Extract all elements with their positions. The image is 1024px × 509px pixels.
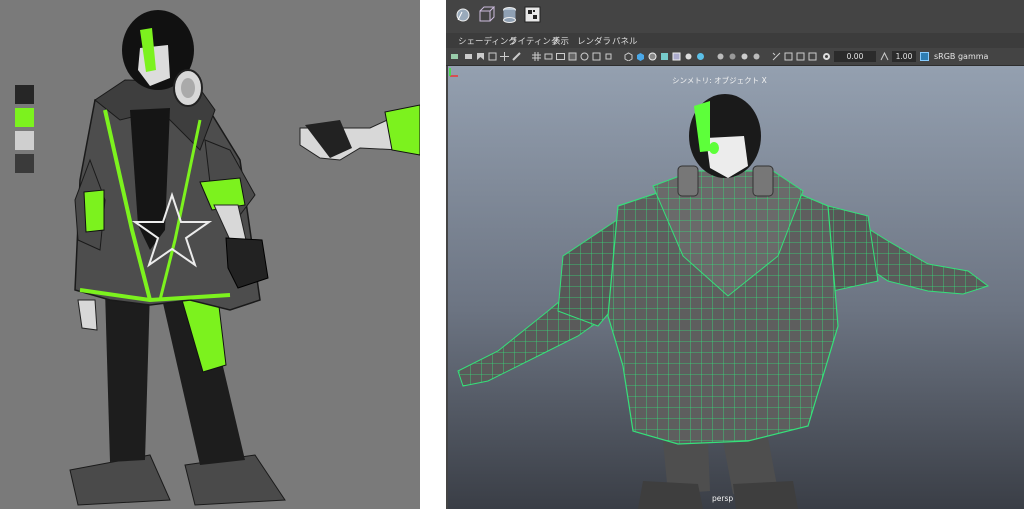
- gamma-field[interactable]: 1.00: [892, 51, 916, 62]
- exposure-field[interactable]: 0.00: [834, 51, 876, 62]
- xray-icon[interactable]: [772, 52, 781, 61]
- symmetry-hud: シンメトリ: オブジェクト X: [672, 76, 767, 85]
- character-concept-illustration: [69, 10, 420, 506]
- field-chart-icon[interactable]: [580, 52, 589, 61]
- panel-menu-bar: シェーディング ライティング 表示 レンダラ パネル: [446, 33, 1024, 48]
- image-plane-icon[interactable]: [488, 52, 497, 61]
- gamma-icon[interactable]: [880, 52, 889, 61]
- checker-icon[interactable]: [524, 6, 541, 23]
- shadows-icon[interactable]: [684, 52, 693, 61]
- motion-blur-icon[interactable]: [716, 52, 725, 61]
- menu-show[interactable]: 表示: [552, 35, 569, 47]
- resolution-gate-icon[interactable]: [556, 52, 565, 61]
- multisample-aa-icon[interactable]: [728, 52, 737, 61]
- bookmark-icon[interactable]: [476, 52, 485, 61]
- axis-gizmo-icon: [449, 68, 458, 77]
- menu-panels[interactable]: パネル: [612, 35, 638, 47]
- wire-cube-icon[interactable]: [478, 6, 495, 23]
- menu-renderer[interactable]: レンダラ: [577, 35, 611, 47]
- camera-name-label: persp: [712, 494, 734, 503]
- grease-pencil-icon[interactable]: [512, 52, 521, 61]
- character-wireframe-model: [457, 94, 990, 509]
- exposure-icon[interactable]: [822, 52, 831, 61]
- xray-joints-icon[interactable]: [784, 52, 793, 61]
- use-all-lights-icon[interactable]: [672, 52, 681, 61]
- wireframe-on-shaded-icon[interactable]: [648, 52, 657, 61]
- grid-icon[interactable]: [532, 52, 541, 61]
- screen-space-ao-icon[interactable]: [696, 52, 705, 61]
- cylinder-icon[interactable]: [501, 6, 518, 23]
- backface-icon[interactable]: [808, 52, 817, 61]
- sphere-lasso-icon[interactable]: [455, 6, 472, 23]
- isolate-select-icon[interactable]: [752, 52, 761, 61]
- shelf: [446, 0, 1024, 31]
- select-camera-icon[interactable]: [450, 52, 459, 61]
- concept-art-panel: [0, 0, 420, 509]
- safe-title-icon[interactable]: [604, 52, 613, 61]
- wireframe-icon[interactable]: [624, 52, 633, 61]
- gate-mask-icon[interactable]: [568, 52, 577, 61]
- color-management-icon[interactable]: [920, 52, 929, 61]
- safe-action-icon[interactable]: [592, 52, 601, 61]
- textured-icon[interactable]: [660, 52, 669, 61]
- maya-window: シェーディング ライティング 表示 レンダラ パネル 0.00 1.00 sRG…: [446, 0, 1024, 509]
- depth-of-field-icon[interactable]: [740, 52, 749, 61]
- colorspace-label[interactable]: sRGB gamma: [934, 51, 988, 62]
- smooth-shade-icon[interactable]: [636, 52, 645, 61]
- camera-attributes-icon[interactable]: [464, 52, 473, 61]
- film-gate-icon[interactable]: [544, 52, 553, 61]
- xray-components-icon[interactable]: [796, 52, 805, 61]
- 2d-pan-zoom-icon[interactable]: [500, 52, 509, 61]
- panel-toolbar: 0.00 1.00 sRGB gamma: [446, 48, 1024, 66]
- perspective-viewport[interactable]: シンメトリ: オブジェクト X persp: [448, 66, 1024, 509]
